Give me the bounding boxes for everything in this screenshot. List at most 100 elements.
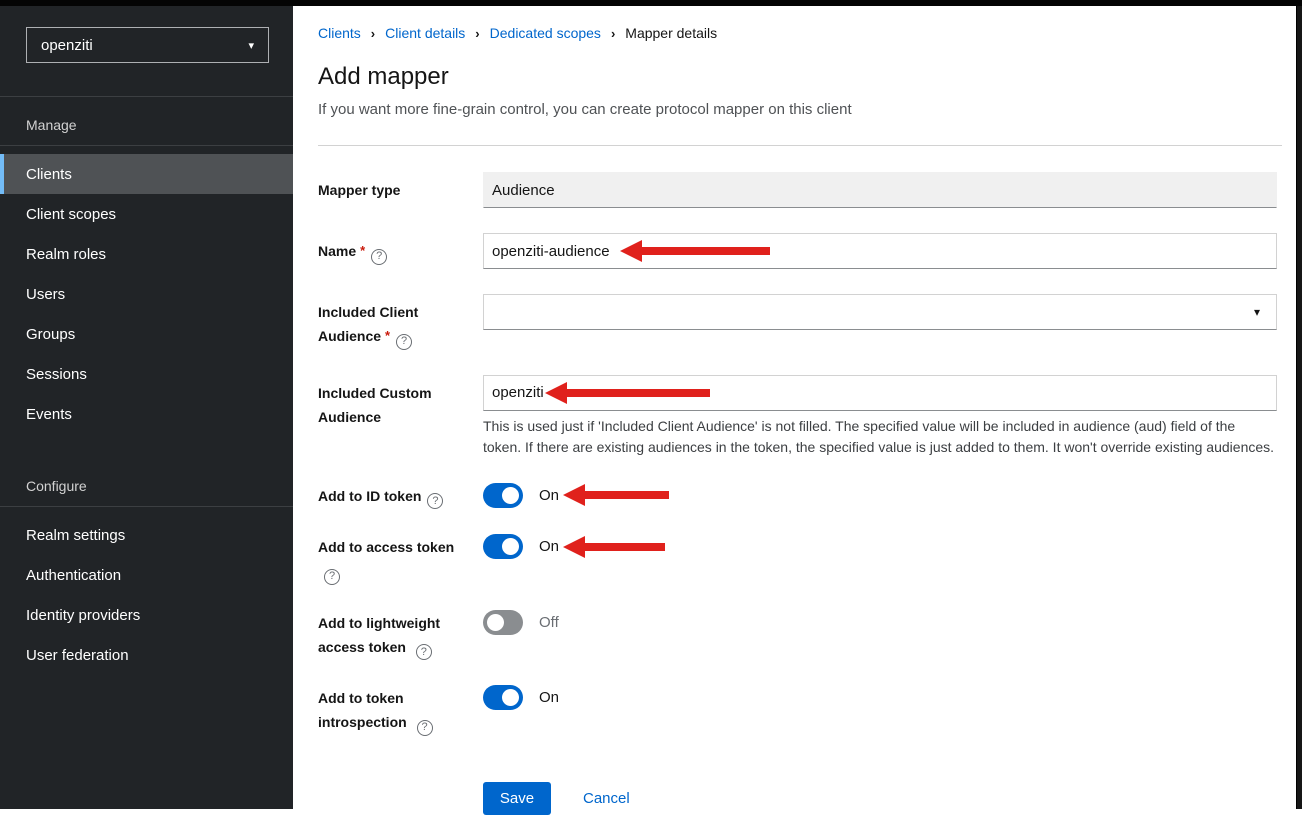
realm-selector-section: openziti ▾	[0, 6, 293, 97]
sidebar-item-events[interactable]: Events	[0, 394, 293, 434]
masthead-strip	[0, 0, 1302, 6]
sidebar-item-groups[interactable]: Groups	[0, 314, 293, 354]
help-icon[interactable]: ?	[371, 249, 387, 265]
breadcrumb-link-clients[interactable]: Clients	[318, 25, 361, 41]
sidebar-item-label: Client scopes	[26, 206, 116, 223]
mapper-type-row: Mapper type Audience	[318, 172, 1282, 208]
included-custom-audience-label: Included Custom Audience	[318, 375, 483, 429]
add-to-token-introspection-state: On	[539, 689, 559, 706]
page-subtitle: If you want more fine-grain control, you…	[318, 101, 1282, 118]
arrow-head	[620, 240, 642, 262]
add-to-access-token-state: On	[539, 538, 559, 555]
sidebar-item-realm-roles[interactable]: Realm roles	[0, 234, 293, 274]
sidebar-item-label: Events	[26, 406, 72, 423]
sidebar-item-realm-settings[interactable]: Realm settings	[0, 515, 293, 555]
sidebar-item-label: Groups	[26, 326, 75, 343]
save-button[interactable]: Save	[483, 782, 551, 815]
cancel-button[interactable]: Cancel	[583, 790, 630, 807]
arrow-shaft	[642, 247, 770, 255]
included-custom-audience-helper: This is used just if 'Included Client Au…	[483, 416, 1277, 458]
page-header: Clients › Client details › Dedicated sco…	[318, 6, 1282, 146]
name-row: Name*?	[318, 233, 1282, 269]
included-custom-audience-row: Included Custom Audience This is used ju…	[318, 375, 1282, 458]
arrow-shaft	[585, 491, 669, 499]
add-to-lightweight-access-token-row: Add to lightweight access token ? Off	[318, 610, 1282, 661]
sidebar-item-client-scopes[interactable]: Client scopes	[0, 194, 293, 234]
sidebar-item-identity-providers[interactable]: Identity providers	[0, 595, 293, 635]
add-to-id-token-state: On	[539, 487, 559, 504]
help-icon[interactable]: ?	[396, 334, 412, 350]
help-icon[interactable]: ?	[324, 569, 340, 585]
chevron-down-icon: ▾	[1254, 305, 1260, 319]
add-to-access-token-row: Add to access token ? On	[318, 534, 1282, 585]
breadcrumb-separator-icon: ›	[475, 26, 479, 41]
nav-section-title-configure: Configure	[0, 458, 293, 507]
help-icon[interactable]: ?	[416, 644, 432, 660]
sidebar-item-label: Realm settings	[26, 527, 125, 544]
sidebar-item-user-federation[interactable]: User federation	[0, 635, 293, 675]
toggle-knob	[502, 538, 519, 555]
page-scrollbar[interactable]	[1296, 6, 1302, 809]
included-client-audience-label: Included Client Audience*?	[318, 294, 483, 350]
add-to-access-token-label: Add to access token ?	[318, 534, 483, 585]
mapper-type-field: Audience	[483, 172, 1277, 208]
arrow-shaft	[567, 389, 710, 397]
add-to-token-introspection-label: Add to token introspection ?	[318, 685, 483, 736]
add-to-lightweight-access-token-label: Add to lightweight access token ?	[318, 610, 483, 661]
help-icon[interactable]: ?	[427, 493, 443, 509]
sidebar-item-label: Sessions	[26, 366, 87, 383]
included-client-audience-select[interactable]: ▾	[483, 294, 1277, 330]
sidebar-item-label: Authentication	[26, 567, 121, 584]
add-to-lightweight-access-token-state: Off	[539, 614, 559, 631]
nav-list-manage: Clients Client scopes Realm roles Users …	[0, 146, 293, 434]
add-to-id-token-toggle[interactable]	[483, 483, 523, 508]
breadcrumb-separator-icon: ›	[611, 26, 615, 41]
sidebar-item-label: Clients	[26, 166, 72, 183]
annotation-arrow	[545, 382, 710, 404]
sidebar-item-label: Identity providers	[26, 607, 140, 624]
app-window: openziti ▾ Manage Clients Client scopes …	[0, 0, 1302, 809]
page-title: Add mapper	[318, 63, 1282, 91]
add-mapper-form: Mapper type Audience Name*?	[318, 146, 1282, 815]
name-label: Name*?	[318, 233, 483, 265]
add-to-access-token-toggle[interactable]	[483, 534, 523, 559]
sidebar-item-authentication[interactable]: Authentication	[0, 555, 293, 595]
sidebar-item-sessions[interactable]: Sessions	[0, 354, 293, 394]
realm-selector-dropdown[interactable]: openziti ▾	[26, 27, 269, 63]
sidebar-item-clients[interactable]: Clients	[0, 154, 293, 194]
required-marker: *	[360, 243, 365, 258]
add-to-id-token-row: Add to ID token? On	[318, 483, 1282, 510]
annotation-arrow	[563, 484, 669, 506]
toggle-knob	[487, 614, 504, 631]
form-actions: Save Cancel	[318, 782, 1282, 815]
breadcrumb-separator-icon: ›	[371, 26, 375, 41]
annotation-arrow	[620, 240, 770, 262]
add-to-token-introspection-row: Add to token introspection ? On	[318, 685, 1282, 736]
toggle-knob	[502, 689, 519, 706]
sidebar: openziti ▾ Manage Clients Client scopes …	[0, 6, 293, 809]
add-to-token-introspection-toggle[interactable]	[483, 685, 523, 710]
arrow-shaft	[585, 543, 665, 551]
annotation-arrow	[563, 536, 665, 558]
arrow-head	[563, 484, 585, 506]
add-to-lightweight-access-token-toggle[interactable]	[483, 610, 523, 635]
name-input[interactable]	[483, 233, 1277, 269]
toggle-knob	[502, 487, 519, 504]
sidebar-item-label: Realm roles	[26, 246, 106, 263]
required-marker: *	[385, 328, 390, 343]
sidebar-item-users[interactable]: Users	[0, 274, 293, 314]
add-to-id-token-label: Add to ID token?	[318, 483, 483, 510]
nav-list-configure: Realm settings Authentication Identity p…	[0, 507, 293, 675]
realm-selector-value: openziti	[41, 37, 93, 54]
help-icon[interactable]: ?	[417, 720, 433, 736]
mapper-type-label: Mapper type	[318, 172, 483, 202]
sidebar-item-label: User federation	[26, 647, 129, 664]
main-content: Clients › Client details › Dedicated sco…	[293, 6, 1302, 809]
breadcrumb-link-dedicated-scopes[interactable]: Dedicated scopes	[490, 25, 601, 41]
breadcrumb-link-client-details[interactable]: Client details	[385, 25, 465, 41]
chevron-down-icon: ▾	[248, 39, 254, 52]
arrow-head	[545, 382, 567, 404]
nav-section-title-manage: Manage	[0, 97, 293, 146]
breadcrumb: Clients › Client details › Dedicated sco…	[318, 25, 1282, 41]
arrow-head	[563, 536, 585, 558]
